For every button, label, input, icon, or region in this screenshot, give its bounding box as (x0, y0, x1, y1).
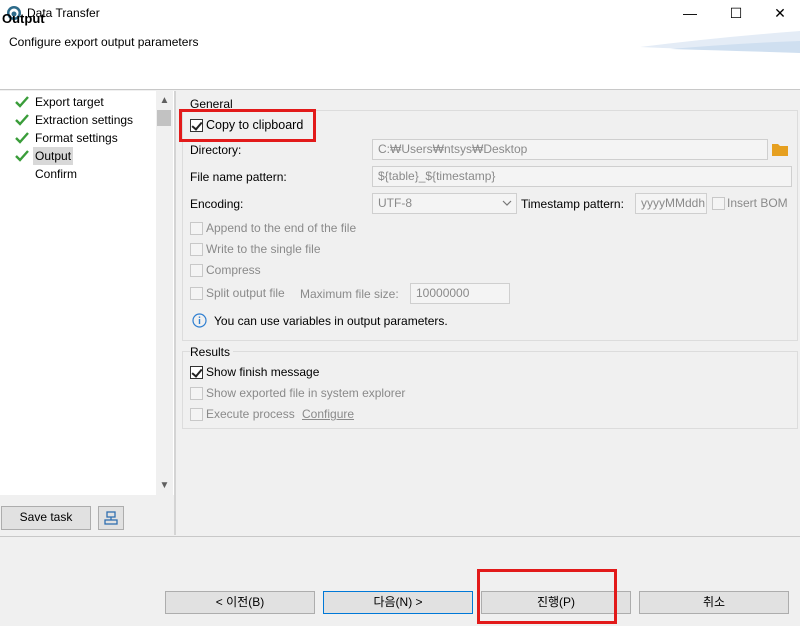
minimize-button[interactable]: — (668, 0, 712, 27)
nav-item-extraction-settings[interactable]: Extraction settings (15, 111, 133, 129)
footer-divider (0, 536, 800, 537)
show-finish-message-checkbox[interactable] (190, 366, 203, 379)
highlight-box (477, 569, 617, 624)
header-decoration (640, 31, 800, 53)
append-to-end-checkbox[interactable] (190, 222, 203, 235)
panel-splitter[interactable] (174, 91, 176, 535)
timestamp-pattern-label: Timestamp pattern: (521, 197, 624, 211)
results-group-title: Results (190, 345, 234, 359)
execute-process-label[interactable]: Execute process (206, 407, 295, 421)
page-description: Configure export output parameters (9, 35, 199, 49)
file-name-pattern-field[interactable]: ${table}_${timestamp} (372, 166, 792, 187)
configure-link[interactable]: Configure (302, 407, 354, 421)
nav-item-label: Extraction settings (35, 113, 134, 127)
task-config-button[interactable] (98, 506, 124, 530)
max-file-size-label: Maximum file size: (300, 287, 399, 301)
chevron-down-icon[interactable] (502, 199, 512, 207)
scroll-down-arrow-icon[interactable]: ▼ (156, 477, 173, 494)
nav-scrollbar[interactable] (156, 91, 173, 495)
nav-item-label: Confirm (35, 167, 78, 181)
show-finish-message-label[interactable]: Show finish message (206, 365, 319, 379)
max-file-size-field[interactable]: 10000000 (410, 283, 510, 304)
next-button[interactable]: 다음(N) > (323, 591, 473, 614)
insert-bom-checkbox[interactable] (712, 197, 725, 210)
write-to-single-file-checkbox[interactable] (190, 243, 203, 256)
show-exported-file-label[interactable]: Show exported file in system explorer (206, 386, 405, 400)
file-name-pattern-label: File name pattern: (190, 170, 287, 184)
encoding-select[interactable]: UTF-8 (372, 193, 517, 214)
write-to-single-file-label[interactable]: Write to the single file (206, 242, 321, 256)
show-exported-file-checkbox[interactable] (190, 387, 203, 400)
append-to-end-label[interactable]: Append to the end of the file (206, 221, 356, 235)
scroll-up-arrow-icon[interactable]: ▲ (156, 92, 173, 109)
timestamp-pattern-field[interactable]: yyyyMMddh (635, 193, 707, 214)
split-output-file-label[interactable]: Split output file (206, 286, 285, 300)
save-task-button[interactable]: Save task (1, 506, 91, 530)
highlight-box (179, 109, 316, 142)
encoding-label: Encoding: (190, 197, 244, 211)
nav-item-label: Output (33, 147, 74, 165)
compress-checkbox[interactable] (190, 264, 203, 277)
compress-label[interactable]: Compress (206, 263, 261, 277)
info-message: You can use variables in output paramete… (214, 314, 448, 328)
info-icon (192, 313, 207, 328)
directory-label: Directory: (190, 143, 242, 157)
back-button[interactable]: < 이전(B) (165, 591, 315, 614)
task-icon (104, 511, 118, 525)
split-output-file-checkbox[interactable] (190, 287, 203, 300)
page-title: Output (2, 11, 45, 26)
nav-item-label: Export target (35, 95, 104, 109)
close-button[interactable]: ✕ (758, 0, 800, 27)
nav-scrollbar-thumb[interactable] (157, 110, 171, 126)
maximize-button[interactable]: ☐ (714, 0, 758, 27)
nav-item-confirm[interactable]: Confirm (15, 165, 77, 183)
cancel-button[interactable]: 취소 (639, 591, 789, 614)
header-divider (0, 89, 800, 90)
nav-item-format-settings[interactable]: Format settings (15, 129, 118, 147)
nav-item-label: Format settings (35, 131, 118, 145)
insert-bom-label[interactable]: Insert BOM (727, 196, 788, 210)
check-icon (15, 114, 29, 126)
nav-item-output[interactable]: Output (15, 147, 74, 165)
directory-field[interactable]: C:₩Users₩ntsys₩Desktop (372, 139, 768, 160)
wizard-step-list: Export target Extraction settings Format… (0, 91, 174, 495)
check-icon (15, 150, 29, 162)
check-icon (15, 132, 29, 144)
nav-item-export-target[interactable]: Export target (15, 93, 104, 111)
check-icon (15, 96, 29, 108)
execute-process-checkbox[interactable] (190, 408, 203, 421)
folder-icon[interactable] (772, 143, 788, 156)
